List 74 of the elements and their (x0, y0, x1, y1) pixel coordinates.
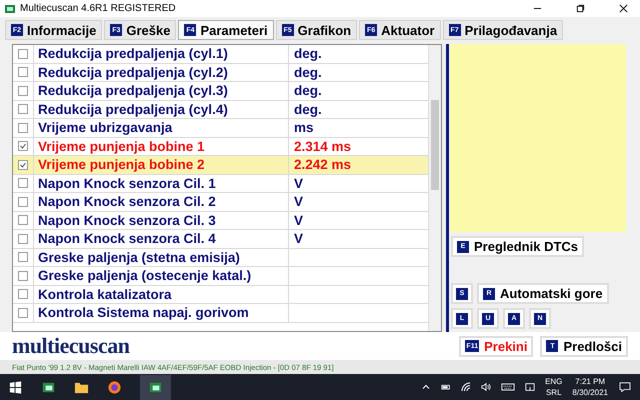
checkbox[interactable] (18, 289, 28, 300)
parameter-row[interactable]: Vrijeme ubrizgavanja ms (13, 119, 428, 138)
keyboard-icon[interactable] (501, 382, 516, 392)
parameter-row[interactable]: Redukcija predpaljenja (cyl.4) deg. (13, 100, 428, 119)
checkbox[interactable] (18, 86, 28, 96)
parameter-name: Napon Knock senzora Cil. 2 (38, 194, 216, 210)
parameter-name: Redukcija predpaljenja (cyl.1) (38, 46, 228, 62)
parameter-row[interactable]: Napon Knock senzora Cil. 4 V (13, 230, 428, 248)
parameter-row[interactable]: Napon Knock senzora Cil. 3 V (13, 212, 428, 230)
app-icon (4, 2, 16, 14)
language-text[interactable]: ENG (545, 376, 562, 387)
checkbox[interactable] (18, 252, 28, 262)
parameter-value: ms (294, 120, 314, 136)
checkbox[interactable] (18, 122, 28, 133)
parameter-value: 2.242 ms (294, 157, 352, 172)
parameter-value: V (294, 176, 304, 191)
parameter-name: Napon Knock senzora Cil. 3 (38, 212, 216, 228)
tablet-icon[interactable] (525, 382, 536, 392)
checkbox[interactable] (18, 308, 28, 318)
logo: multiecuscan (12, 333, 130, 359)
parameter-row[interactable]: Redukcija predpaljenja (cyl.3) deg. (13, 82, 428, 100)
parameter-value: deg. (294, 102, 322, 117)
parameter-name: Redukcija predpaljenja (cyl.2) (38, 64, 228, 80)
app-icon[interactable] (140, 374, 171, 400)
parameter-row[interactable]: Vrijeme punjenja bobine 2 2.242 ms (13, 156, 428, 174)
parameter-row[interactable]: Kontrola katalizatora (13, 286, 428, 304)
parameter-value: deg. (294, 46, 322, 62)
parameter-name: Greske paljenja (ostecenje katal.) (38, 268, 252, 284)
browser-icon[interactable] (107, 380, 122, 394)
parameter-name: Redukcija predpaljenja (cyl.3) (38, 83, 228, 98)
window-title: Multiecuscan 4.6R1 REGISTERED (20, 3, 176, 14)
parameter-name: Napon Knock senzora Cil. 4 (38, 231, 216, 246)
parameter-value: V (294, 231, 304, 246)
checkbox[interactable] (18, 270, 28, 281)
windows-icon[interactable] (8, 380, 23, 394)
checkbox[interactable] (18, 48, 28, 59)
clock-date[interactable]: 8/30/2021 (572, 387, 608, 398)
parameter-row[interactable]: Napon Knock senzora Cil. 1 V (13, 174, 428, 193)
parameter-row[interactable]: Kontrola Sistema napaj. gorivom (13, 304, 428, 322)
checkbox[interactable] (18, 104, 28, 114)
speaker-icon[interactable] (481, 382, 492, 392)
parameter-row[interactable]: Redukcija predpaljenja (cyl.1) deg. (13, 45, 428, 64)
parameter-name: Greske paljenja (stetna emisija) (38, 250, 240, 265)
parameter-row[interactable]: Greske paljenja (ostecenje katal.) (13, 267, 428, 286)
checkbox[interactable] (18, 215, 28, 226)
parameter-value: V (294, 194, 304, 210)
parameter-name: Vrijeme punjenja bobine 1 (38, 138, 205, 154)
parameter-name: Kontrola katalizatora (38, 286, 172, 302)
clock-time[interactable]: 7:21 PM (575, 376, 606, 387)
battery-icon[interactable] (441, 382, 452, 392)
scrollbar[interactable] (428, 45, 441, 331)
parameter-name: Redukcija predpaljenja (cyl.4) (38, 102, 228, 117)
parameter-value: V (294, 212, 304, 228)
wifi-icon[interactable] (461, 382, 472, 392)
parameter-name: Vrijeme ubrizgavanja (38, 120, 172, 136)
parameter-name: Kontrola Sistema napaj. gorivom (38, 305, 249, 320)
checkbox[interactable] (18, 234, 28, 244)
checkbox[interactable] (18, 160, 28, 170)
close-icon[interactable] (619, 4, 628, 13)
parameter-row[interactable]: Napon Knock senzora Cil. 2 V (13, 193, 428, 212)
checkbox[interactable] (18, 141, 28, 152)
restore-icon[interactable] (576, 4, 585, 13)
parameter-row[interactable]: Redukcija predpaljenja (cyl.2) deg. (13, 64, 428, 82)
parameter-name: Vrijeme punjenja bobine 2 (38, 157, 205, 172)
notification-icon[interactable] (618, 382, 632, 392)
parameter-value: 2.314 ms (294, 138, 352, 154)
parameter-value: deg. (294, 83, 322, 98)
checkbox[interactable] (18, 178, 28, 188)
parameter-value: deg. (294, 64, 322, 80)
language-text[interactable]: SRL (546, 387, 562, 398)
parameter-row[interactable]: Greske paljenja (stetna emisija) (13, 248, 428, 267)
checkbox[interactable] (18, 67, 28, 78)
checkbox[interactable] (18, 196, 28, 207)
parameter-name: Napon Knock senzora Cil. 1 (38, 176, 216, 191)
